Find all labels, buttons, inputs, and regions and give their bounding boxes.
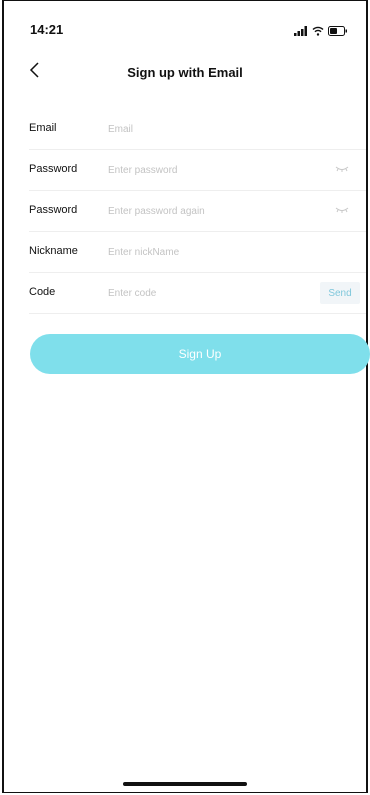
password-confirm-label: Password (29, 204, 78, 216)
status-bar: 14:21 (4, 1, 366, 51)
code-input[interactable] (108, 282, 308, 304)
send-code-button[interactable]: Send (320, 282, 360, 304)
wifi-icon (312, 23, 324, 41)
phone-frame: 14:21 Sign up with Email Email Email Pas… (2, 0, 370, 793)
signal-icon (294, 23, 308, 41)
signup-form: Email Password Password (4, 109, 366, 314)
status-time: 14:21 (30, 22, 64, 37)
eye-closed-icon (335, 201, 349, 219)
page-title: Sign up with Email (127, 65, 243, 80)
toggle-password-confirm-visibility-button[interactable] (334, 203, 350, 217)
password-row: Password (29, 150, 366, 191)
password-confirm-row: Password (29, 191, 366, 232)
email-label: Email (29, 122, 57, 134)
email-row: Email (29, 109, 366, 150)
battery-icon (328, 23, 348, 41)
status-icons (294, 23, 348, 41)
toggle-password-visibility-button[interactable] (334, 162, 350, 176)
code-label: Code (29, 286, 56, 298)
code-row: Code Send (29, 273, 366, 314)
password-label: Password (29, 163, 78, 175)
nickname-row: Nickname (29, 232, 366, 273)
email-input[interactable] (108, 118, 308, 140)
password-input[interactable] (108, 159, 308, 181)
nav-bar: Sign up with Email (4, 53, 366, 93)
sign-up-button[interactable]: Sign Up (30, 334, 370, 374)
nickname-label: Nickname (29, 245, 78, 257)
eye-closed-icon (335, 160, 349, 178)
home-indicator (123, 782, 247, 786)
password-confirm-input[interactable] (108, 200, 308, 222)
nickname-input[interactable] (108, 241, 308, 263)
